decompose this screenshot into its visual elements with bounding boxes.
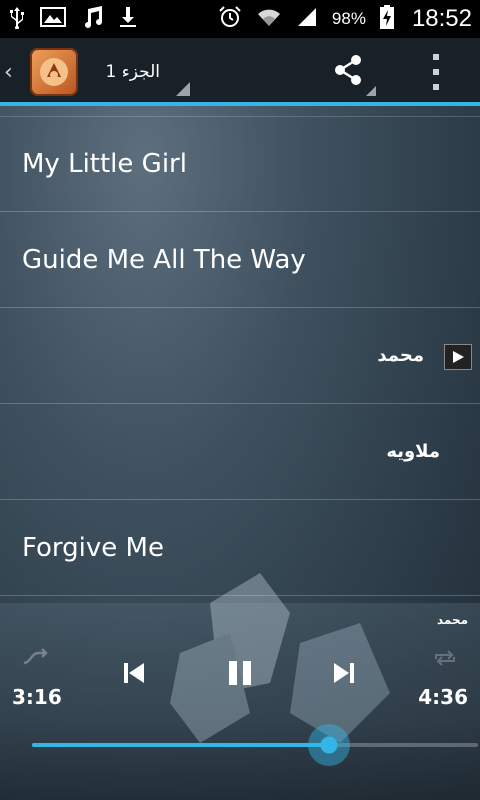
track-row[interactable]: My Little Girl <box>0 116 480 212</box>
status-left <box>8 5 138 34</box>
share-button[interactable] <box>320 44 376 100</box>
app-logo-icon[interactable] <box>30 48 78 96</box>
image-icon <box>40 6 66 33</box>
spinner-arrow-icon <box>176 82 190 96</box>
track-title: Forgive Me <box>22 533 164 563</box>
track-title: ملاويه <box>386 441 440 462</box>
clock: 18:52 <box>411 5 472 32</box>
wifi-icon <box>256 6 282 33</box>
elapsed-time: 3:16 <box>12 685 62 709</box>
download-icon <box>118 5 138 34</box>
skip-next-icon[interactable] <box>324 653 364 693</box>
track-title: محمد <box>377 345 424 366</box>
action-bar-accent-line <box>0 102 480 106</box>
now-playing-icon <box>444 344 472 370</box>
album-spinner[interactable]: الجزء 1 <box>100 52 192 98</box>
chevron-left-icon[interactable]: ‹ <box>4 60 13 85</box>
share-icon <box>335 55 361 85</box>
track-title: My Little Girl <box>22 149 187 179</box>
pause-icon[interactable] <box>220 653 260 693</box>
now-playing-title: محمد <box>436 613 468 627</box>
alarm-icon <box>218 5 242 34</box>
action-bar: ‹ الجزء 1 <box>0 38 480 106</box>
overflow-menu-icon[interactable] <box>426 54 446 90</box>
skip-previous-icon[interactable] <box>114 653 154 693</box>
status-right: 98% 18:52 <box>218 4 472 34</box>
battery-charging-icon <box>379 4 394 34</box>
seek-bar[interactable] <box>32 724 478 766</box>
repeat-icon[interactable] <box>432 647 458 675</box>
overflow-dot <box>433 84 439 90</box>
player-panel: محمد 3:16 4:36 <box>0 573 480 800</box>
battery-percentage: 98% <box>331 9 366 28</box>
overflow-dot <box>433 54 439 60</box>
track-title: Guide Me All The Way <box>22 245 306 275</box>
status-bar: 98% 18:52 <box>0 0 480 38</box>
track-row[interactable]: Guide Me All The Way <box>0 212 480 308</box>
seek-progress <box>32 743 329 747</box>
track-row[interactable]: محمد <box>0 308 480 404</box>
usb-icon <box>8 5 26 34</box>
music-note-icon <box>80 5 104 34</box>
seek-thumb[interactable] <box>307 724 350 766</box>
track-row[interactable]: ملاويه <box>0 404 480 500</box>
shuffle-icon[interactable] <box>22 647 48 675</box>
track-list: My Little Girl Guide Me All The Way محمد… <box>0 116 480 596</box>
signal-icon <box>296 6 318 33</box>
album-title: الجزء 1 <box>105 62 160 82</box>
overflow-dot <box>433 69 439 75</box>
total-time: 4:36 <box>418 685 468 709</box>
share-dropdown-arrow-icon <box>366 86 376 96</box>
